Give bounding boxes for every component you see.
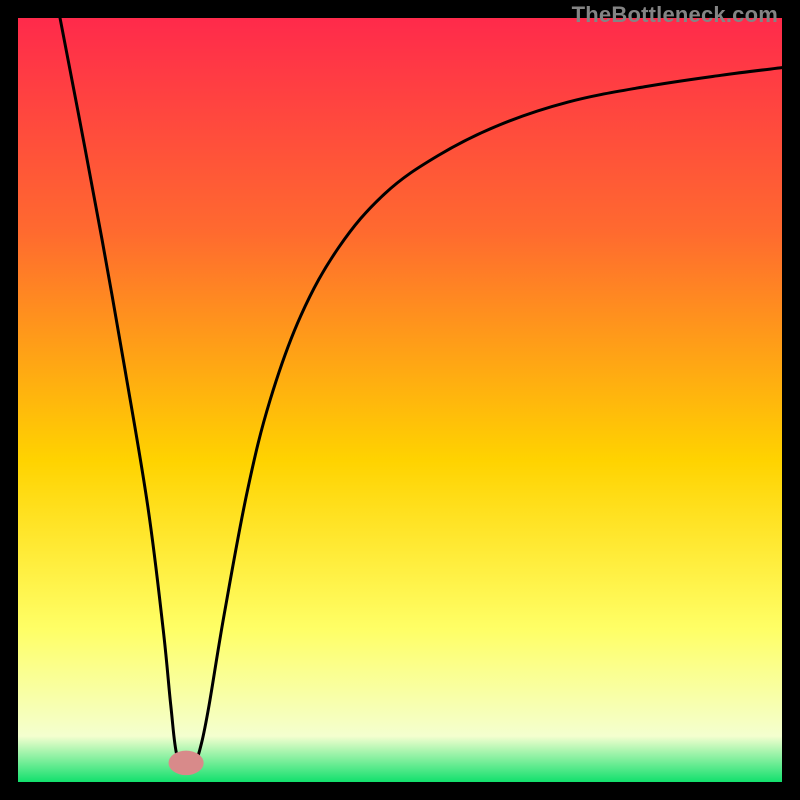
optimal-point-marker <box>169 751 204 775</box>
gradient-background <box>18 18 782 782</box>
bottleneck-chart <box>18 18 782 782</box>
chart-frame <box>18 18 782 782</box>
watermark-text: TheBottleneck.com <box>572 2 778 28</box>
